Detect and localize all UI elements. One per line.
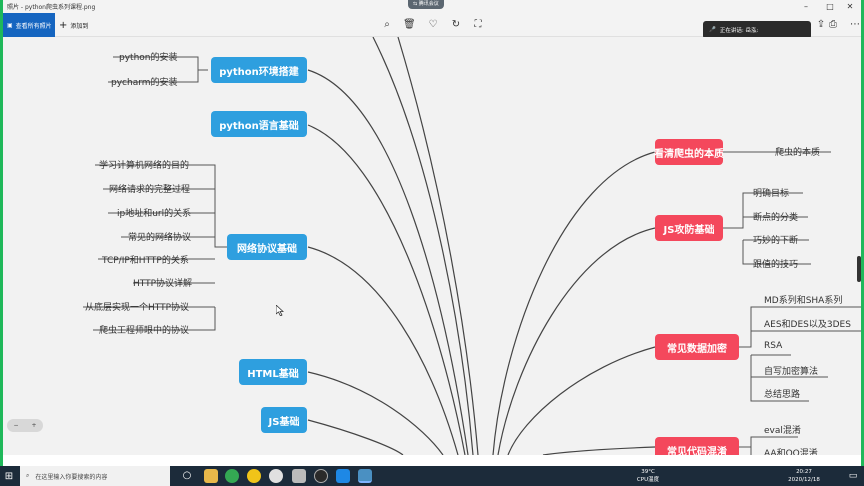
delete-icon[interactable]: 🗑 [403,19,416,31]
leaf-aes-des[interactable]: AES和DES以及3DES [764,317,851,330]
leaf-breakpoint-types[interactable]: 断点的分类 [753,210,798,223]
notification-icon[interactable]: ▭ [846,466,860,486]
node-network-protocol[interactable]: 网络协议基础 [227,234,307,260]
leaf-eval-obfuscation[interactable]: eval混淆 [764,423,801,436]
taskbar: ⊞ ⌕ 在这里输入你要搜索的内容 ○ 39°C CPU温度 20:27 2020… [0,466,864,486]
leaf-python-install[interactable]: python的安装 [119,50,177,63]
taskbar-search[interactable]: ⌕ 在这里输入你要搜索的内容 [20,466,170,486]
clock-date: 2020/12/18 [788,477,820,483]
share-out-icon[interactable]: ⇪ [815,19,827,31]
clock-icon[interactable] [314,469,328,483]
photos-icon: ▣ [7,21,13,29]
clock[interactable]: 20:27 2020/12/18 [784,466,824,486]
leaf-tcpip-http[interactable]: TCP/IP和HTTP的关系 [102,253,189,266]
mic-icon: 🎤 [709,27,716,33]
plus-icon: + [59,19,68,31]
cpu-temp: 39°C CPU温度 [632,466,664,486]
rotate-icon[interactable]: ↻ [450,19,462,31]
cpu-temp-label: CPU温度 [636,477,660,483]
node-html-basics[interactable]: HTML基础 [239,359,307,385]
node-data-encryption[interactable]: 常见数据加密 [655,334,739,360]
window-title: 照片 - python爬虫系列课程.png [7,4,96,11]
vertical-scrollbar-thumb[interactable] [857,256,861,282]
close-button[interactable]: ✕ [840,0,860,13]
leaf-rsa[interactable]: RSA [764,341,782,351]
leaf-pycharm-install[interactable]: pycharm的安装 [111,75,178,88]
qq-icon[interactable] [269,469,283,483]
photos-window: 照片 - python爬虫系列课程.png – □ ✕ ⇆ 腾讯会议 ▣ 查看所… [0,0,864,486]
task-view-icon[interactable]: ○ [180,469,194,483]
meeting-label: 腾讯会议 [418,1,439,7]
leaf-md-sha[interactable]: MD系列和SHA系列 [764,293,842,306]
node-python-basics[interactable]: python语言基础 [211,111,307,137]
app-g-icon[interactable] [247,469,261,483]
windows-start-icon[interactable]: ⊞ [0,466,18,486]
search-icon: ⌕ [26,472,30,479]
zoom-in-button[interactable]: + [31,422,36,429]
search-placeholder: 在这里输入你要搜索的内容 [35,473,108,481]
speaking-label: 正在讲话: 岳泓: [719,28,759,34]
minimize-button[interactable]: – [796,0,816,13]
zoom-icon[interactable]: ⌕ [381,19,393,31]
view-all-photos-button[interactable]: ▣ 查看所有照片 [3,13,55,37]
clock-time: 20:27 [796,469,812,475]
leaf-ip-url[interactable]: ip地址和url的关系 [117,206,191,219]
crop-icon[interactable]: ⛶ [472,19,484,31]
leaf-http-detail[interactable]: HTTP协议详解 [133,276,192,289]
cpu-temp-value: 39°C [641,469,655,475]
add-to-button[interactable]: + 添加到 [59,13,88,37]
leaf-crawler-protocol[interactable]: 爬虫工程师眼中的协议 [99,323,189,336]
leaf-network-purpose[interactable]: 学习计算机网络的目的 [99,158,189,171]
node-crawler-essence[interactable]: 看清爬虫的本质 [654,139,724,165]
favorite-icon[interactable]: ♡ [427,19,439,31]
leaf-summary[interactable]: 总结思路 [764,387,800,400]
more-icon[interactable]: ⋯ [849,19,861,31]
zoom-out-button[interactable]: − [13,422,18,429]
meeting-indicator[interactable]: ⇆ 腾讯会议 [408,0,444,9]
zoom-control[interactable]: − + [7,419,43,432]
mouse-cursor-icon [276,305,284,316]
leaf-smart-breakpoint[interactable]: 巧妙的下断 [753,233,798,246]
photos-app-icon[interactable] [358,469,372,483]
print-icon[interactable]: ⎙ [827,19,839,31]
add-to-label: 添加到 [70,22,89,30]
leaf-trace-values[interactable]: 跟值的技巧 [753,257,798,270]
leaf-essence[interactable]: 爬虫的本质 [775,145,820,158]
leaf-request-process[interactable]: 网络请求的完整过程 [109,182,190,195]
leaf-clear-target[interactable]: 明确目标 [753,186,789,199]
file-explorer-icon[interactable] [204,469,218,483]
leaf-aa-oo-obfuscation[interactable]: AA和OO混淆 [764,446,818,455]
leaf-http-impl[interactable]: 从底层实现一个HTTP协议 [85,300,189,313]
node-js-basics[interactable]: JS基础 [261,407,307,433]
tool-icon[interactable] [292,469,306,483]
maximize-button[interactable]: □ [820,0,840,13]
node-python-env[interactable]: python环境搭建 [211,57,307,83]
leaf-custom-crypto[interactable]: 自写加密算法 [764,364,818,377]
node-code-obfuscation[interactable]: 常见代码混淆 [655,437,739,455]
view-all-label: 查看所有照片 [15,22,52,30]
node-js-defense[interactable]: JS攻防基础 [655,215,723,241]
mindmap-canvas[interactable]: python环境搭建 python语言基础 网络协议基础 HTML基础 JS基础… [3,37,861,455]
meeting-app-icon[interactable] [336,469,350,483]
mindmap-connectors [83,37,861,455]
chrome-icon[interactable] [225,469,239,483]
leaf-common-protocols[interactable]: 常见的网络协议 [128,230,191,243]
